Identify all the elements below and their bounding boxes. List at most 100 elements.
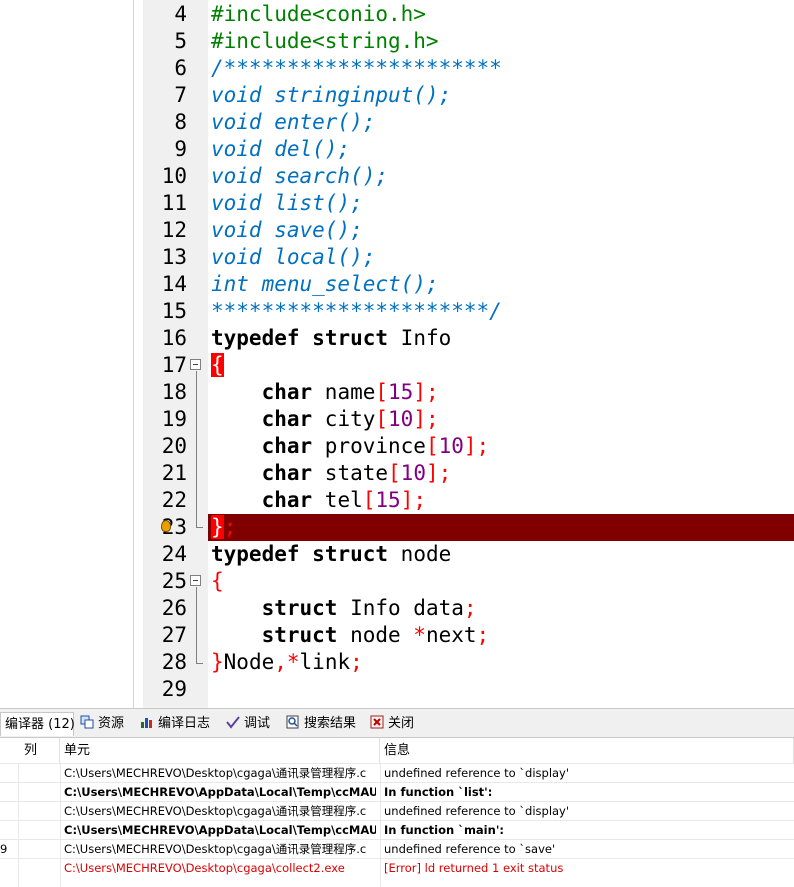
column-header-unit[interactable]: 单元 <box>60 738 380 763</box>
code-token: ]; <box>463 434 490 458</box>
tab-debug-label: 调试 <box>244 716 271 731</box>
fold-toggle-icon[interactable] <box>190 359 201 370</box>
code-line[interactable]: #include<string.h> <box>211 28 439 55</box>
code-line[interactable]: char name[15]; <box>211 379 439 406</box>
code-line[interactable]: void search(); <box>211 163 388 190</box>
code-token: tel <box>312 488 363 512</box>
code-line[interactable]: { <box>211 352 224 379</box>
code-line[interactable]: char city[10]; <box>211 406 439 433</box>
line-number: 25 <box>161 569 187 593</box>
code-token: [ <box>375 407 389 431</box>
code-token: void list(); <box>211 191 363 215</box>
table-row[interactable]: C:\Users\MECHREVO\AppData\Local\Temp\ccM… <box>0 782 794 801</box>
code-line[interactable]: struct node *next; <box>211 622 490 649</box>
code-token: struct <box>312 326 389 350</box>
code-line[interactable]: char state[10]; <box>211 460 452 487</box>
tab-close[interactable]: 关闭 <box>366 712 418 736</box>
table-row[interactable]: C:\Users\MECHREVO\Desktop\cgaga\collect2… <box>0 858 794 877</box>
code-token: void save(); <box>211 218 363 242</box>
project-browser-pane[interactable] <box>0 0 134 708</box>
tab-search-results[interactable]: 搜索结果 <box>282 712 360 736</box>
code-token: int menu_select(); <box>211 272 439 296</box>
code-line[interactable]: **********************/ <box>211 298 502 325</box>
code-token: ]; <box>413 407 439 431</box>
code-token: link <box>299 650 351 674</box>
table-row[interactable]: C:\Users\MECHREVO\Desktop\cgaga\通讯录管理程序.… <box>0 801 794 820</box>
code-token: struct <box>312 542 389 566</box>
line-number: 22 <box>161 488 187 512</box>
code-token: 10 <box>388 407 414 431</box>
code-editor[interactable]: 4 #include<conio.h> 5 #include<string.h> 6 /*… <box>0 0 794 708</box>
tab-debug[interactable]: 调试 <box>222 712 274 736</box>
table-row[interactable]: C:\Users\MECHREVO\Desktop\cgaga\通讯录管理程序.… <box>0 763 794 782</box>
code-line[interactable]: void stringinput(); <box>211 82 451 109</box>
code-line[interactable]: int menu_select(); <box>211 271 439 298</box>
code-line[interactable]: }Node,*link; <box>211 649 363 676</box>
code-token: ; <box>476 623 490 647</box>
line-number: 11 <box>161 191 187 215</box>
code-line[interactable]: }; <box>211 514 236 541</box>
code-line[interactable]: char province[10]; <box>211 433 490 460</box>
line-number: 28 <box>161 650 187 674</box>
code-line[interactable]: #include<conio.h> <box>211 1 426 28</box>
resources-icon <box>80 714 94 729</box>
code-token: **********************/ <box>211 299 502 323</box>
code-token: { <box>211 569 224 593</box>
code-token: { <box>211 353 224 377</box>
error-line-highlight <box>208 514 794 541</box>
line-number: 4 <box>174 2 187 26</box>
code-token: void del(); <box>211 137 351 161</box>
code-line[interactable]: /********************** <box>211 55 502 82</box>
tab-search-results-label: 搜索结果 <box>304 716 357 731</box>
code-line[interactable]: void del(); <box>211 136 350 163</box>
code-token: next <box>425 623 477 647</box>
code-line[interactable]: void list(); <box>211 190 363 217</box>
code-token: [ <box>388 461 401 485</box>
code-token: void enter(); <box>211 110 376 134</box>
line-number: 8 <box>174 110 187 134</box>
code-token: 15 <box>388 380 414 404</box>
code-line[interactable]: struct Info data; <box>211 595 477 622</box>
table-row[interactable]: 9 C:\Users\MECHREVO\Desktop\cgaga\通讯录管理程… <box>0 839 794 858</box>
code-line[interactable]: char tel[15]; <box>211 487 426 514</box>
code-line[interactable]: typedef struct Info <box>211 325 451 352</box>
column-header-col[interactable]: 列 <box>0 738 60 763</box>
code-token: char <box>261 488 313 512</box>
code-line[interactable]: void local(); <box>211 244 375 271</box>
column-header-message[interactable]: 信息 <box>380 738 794 763</box>
code-token: /********************** <box>211 56 502 80</box>
code-token: #include<string.h> <box>211 29 439 53</box>
line-number: 26 <box>161 596 187 620</box>
tab-compiler[interactable]: 编译器 (12) <box>0 712 75 736</box>
line-number: 7 <box>174 83 187 107</box>
line-number: 6 <box>174 56 187 80</box>
tab-compile-log[interactable]: 编译日志 <box>136 712 214 736</box>
table-row[interactable]: C:\Users\MECHREVO\AppData\Local\Temp\ccM… <box>0 820 794 839</box>
line-number: 29 <box>161 677 187 701</box>
line-number: 17 <box>161 353 187 377</box>
code-token: ; <box>223 515 237 539</box>
code-token: ; <box>350 650 363 674</box>
tab-compile-log-label: 编译日志 <box>158 716 211 731</box>
line-number: 16 <box>161 326 187 350</box>
fold-guide-line <box>196 371 197 527</box>
code-line[interactable]: { <box>211 568 224 595</box>
code-token: typedef <box>211 326 300 350</box>
code-line[interactable]: void save(); <box>211 217 363 244</box>
fold-toggle-icon[interactable] <box>190 575 201 586</box>
code-token: char <box>261 407 313 431</box>
tab-resources[interactable]: 资源 <box>76 712 128 736</box>
code-line[interactable]: typedef struct node <box>211 541 451 568</box>
line-number: 24 <box>161 542 187 566</box>
code-token: node <box>337 623 414 647</box>
code-line[interactable]: void enter(); <box>211 109 375 136</box>
code-token: ; <box>463 596 477 620</box>
code-token: struct <box>261 596 338 620</box>
